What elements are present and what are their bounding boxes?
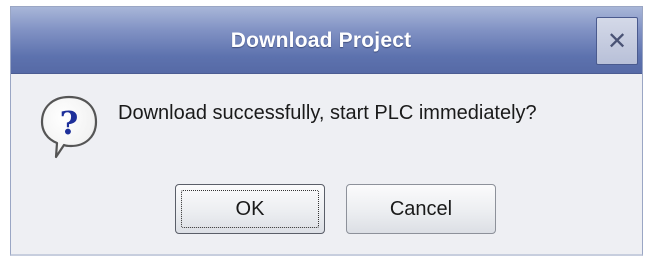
- close-button[interactable]: ✕: [596, 17, 638, 65]
- cancel-button-label: Cancel: [389, 198, 453, 220]
- question-icon: ?: [40, 95, 98, 159]
- dialog-title: Download Project: [230, 29, 412, 52]
- download-project-dialog: Download Project ✕ ? Download successful…: [10, 6, 643, 256]
- svg-text:?: ?: [60, 104, 79, 142]
- close-icon: ✕: [606, 27, 628, 55]
- dialog-titlebar[interactable]: Download Project ✕: [11, 7, 642, 74]
- ok-button[interactable]: OK: [175, 184, 325, 234]
- dialog-message: Download successfully, start PLC immedia…: [118, 102, 537, 124]
- ok-button-label: OK: [235, 198, 265, 220]
- cancel-button[interactable]: Cancel: [346, 184, 496, 234]
- dialog-body: ? Download successfully, start PLC immed…: [11, 74, 642, 254]
